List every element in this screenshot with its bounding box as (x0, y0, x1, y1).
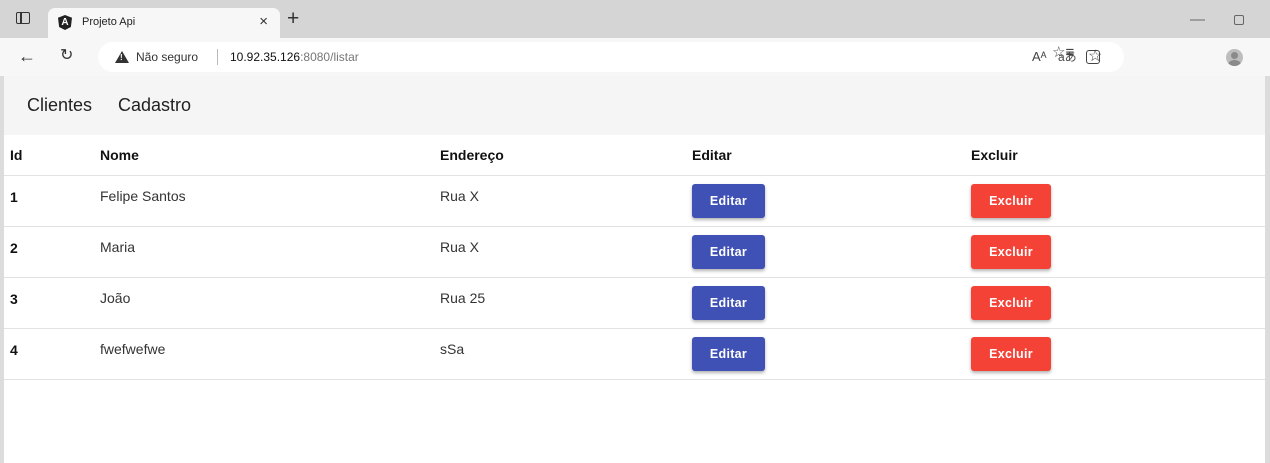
nav-link-cadastro[interactable]: Cadastro (118, 95, 191, 116)
header-nome: Nome (100, 135, 440, 176)
back-arrow-icon[interactable]: ← (18, 46, 36, 66)
url-host: 10.92.35.126 (230, 50, 301, 64)
refresh-icon[interactable]: ↻ (60, 46, 73, 66)
cell-endereco: sSa (440, 328, 692, 380)
profile-avatar-icon[interactable] (1226, 49, 1243, 66)
clients-table: Id Nome Endereço Editar Excluir 1 Felipe… (4, 135, 1265, 380)
header-editar: Editar (692, 135, 971, 176)
url-path: :8080/listar (300, 50, 359, 64)
edit-button[interactable]: Editar (692, 234, 765, 269)
tab-close-icon[interactable]: × (259, 13, 268, 31)
table-row: 1 Felipe Santos Rua X Editar Excluir (4, 175, 1265, 227)
table-row: 3 João Rua 25 Editar Excluir (4, 277, 1265, 329)
delete-button[interactable]: Excluir (971, 285, 1051, 320)
table-header-row: Id Nome Endereço Editar Excluir (4, 135, 1265, 176)
cell-endereco: Rua X (440, 175, 692, 227)
app-navbar: Clientes Cadastro (4, 76, 1265, 135)
delete-button[interactable]: Excluir (971, 234, 1051, 269)
table-row: 2 Maria Rua X Editar Excluir (4, 226, 1265, 278)
delete-button[interactable]: Excluir (971, 336, 1051, 371)
header-excluir: Excluir (971, 135, 1265, 176)
cell-endereco: Rua X (440, 226, 692, 278)
edit-button[interactable]: Editar (692, 183, 765, 218)
cell-id: 3 (4, 277, 100, 329)
cell-excluir: Excluir (971, 277, 1265, 329)
page-viewport: Clientes Cadastro Id Nome Endereço Edita… (4, 76, 1265, 463)
cell-id: 1 (4, 175, 100, 227)
cell-editar: Editar (692, 328, 971, 380)
warning-icon[interactable] (115, 51, 129, 63)
url-text[interactable]: 10.92.35.126:8080/listar (230, 50, 359, 64)
tab-title: Projeto Api (82, 16, 136, 28)
minimize-icon[interactable]: — (1190, 11, 1205, 28)
address-bar[interactable]: Não seguro 10.92.35.126:8080/listar Aᴬ a… (98, 42, 1124, 72)
edit-button[interactable]: Editar (692, 336, 765, 371)
cell-editar: Editar (692, 277, 971, 329)
cell-id: 2 (4, 226, 100, 278)
cell-id: 4 (4, 328, 100, 380)
angular-favicon-icon (58, 15, 72, 30)
browser-tab[interactable]: Projeto Api × (48, 8, 280, 38)
browser-toolbar: ← ↻ Não seguro 10.92.35.126:8080/listar … (0, 38, 1270, 76)
cell-excluir: Excluir (971, 226, 1265, 278)
cell-editar: Editar (692, 175, 971, 227)
cell-endereco: Rua 25 (440, 277, 692, 329)
cell-nome: Maria (100, 226, 440, 278)
read-aloud-icon[interactable]: Aᴬ (1032, 48, 1047, 66)
nav-link-clientes[interactable]: Clientes (27, 95, 92, 116)
cell-excluir: Excluir (971, 175, 1265, 227)
address-divider (217, 49, 218, 65)
new-tab-icon[interactable]: + (287, 8, 299, 30)
restore-icon[interactable] (1234, 15, 1244, 25)
table-row: 4 fwefwefwe sSa Editar Excluir (4, 328, 1265, 380)
favorites-icon[interactable]: ☆≡ (1052, 44, 1074, 62)
cell-nome: João (100, 277, 440, 329)
collections-icon[interactable] (1086, 50, 1100, 64)
tab-actions-icon[interactable] (16, 12, 30, 24)
tab-strip: Projeto Api × + — (0, 0, 1270, 38)
cell-nome: Felipe Santos (100, 175, 440, 227)
cell-editar: Editar (692, 226, 971, 278)
security-label[interactable]: Não seguro (136, 50, 198, 64)
header-endereco: Endereço (440, 135, 692, 176)
cell-excluir: Excluir (971, 328, 1265, 380)
edit-button[interactable]: Editar (692, 285, 765, 320)
header-id: Id (4, 135, 100, 176)
cell-nome: fwefwefwe (100, 328, 440, 380)
delete-button[interactable]: Excluir (971, 183, 1051, 218)
